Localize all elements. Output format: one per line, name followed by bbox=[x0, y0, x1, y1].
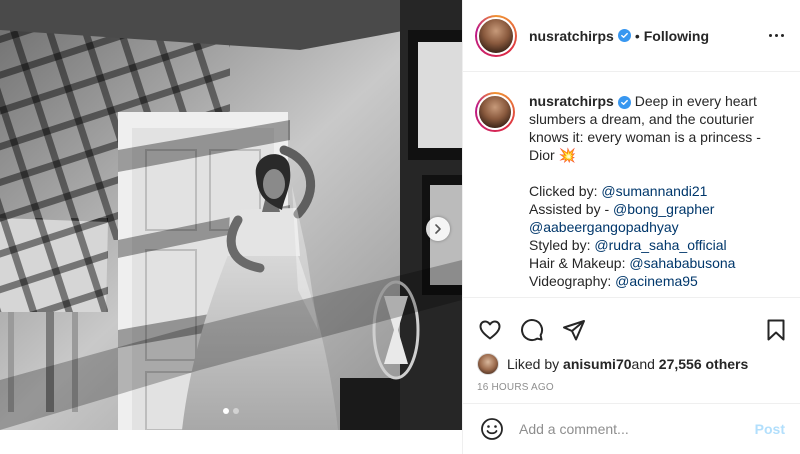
liker-avatar[interactable] bbox=[477, 353, 499, 375]
caption-text: nusratchirps Deep in every heart slumber… bbox=[529, 92, 761, 297]
header-username[interactable]: nusratchirps bbox=[529, 28, 614, 44]
mention-link[interactable]: @acinema95 bbox=[615, 273, 698, 289]
action-bar bbox=[463, 298, 800, 350]
post-timestamp[interactable]: 16 HOURS AGO bbox=[463, 378, 800, 393]
likes-middle: and bbox=[631, 356, 655, 372]
verified-badge-icon bbox=[617, 29, 631, 42]
more-options-icon[interactable] bbox=[769, 34, 784, 37]
comment-input[interactable] bbox=[519, 421, 755, 437]
likes-summary: Liked by anisumi70 and 27,556 others bbox=[463, 350, 800, 378]
caption-profile-picture bbox=[477, 94, 513, 130]
following-button[interactable]: Following bbox=[644, 28, 709, 44]
mention-link[interactable]: @rudra_saha_official bbox=[594, 237, 726, 253]
emoji-icon[interactable] bbox=[479, 416, 505, 442]
sparkle-emoji: 💥 bbox=[558, 147, 576, 163]
profile-avatar[interactable] bbox=[475, 14, 517, 57]
credit-label: Videography: bbox=[529, 273, 616, 289]
mention-link[interactable]: @bong_grapher bbox=[613, 201, 714, 217]
chevron-right-icon bbox=[435, 224, 441, 234]
carousel-dot-active bbox=[223, 408, 229, 414]
comment-icon[interactable] bbox=[519, 317, 545, 343]
post-header: nusratchirps • Following bbox=[463, 0, 800, 72]
header-user-block: nusratchirps • Following bbox=[529, 28, 709, 44]
caption-line-3: knows it: every woman is a princess - bbox=[529, 129, 761, 145]
credit-line: Videography: @acinema95 bbox=[529, 272, 761, 290]
credit-label: Clicked by: bbox=[529, 183, 602, 199]
header-separator: • bbox=[634, 27, 640, 44]
credit-line: @aabeergangopadhyay bbox=[529, 218, 761, 236]
credit-line: Clicked by: @sumannandi21 bbox=[529, 182, 761, 200]
post-comment-button[interactable]: Post bbox=[755, 421, 785, 437]
caption-line-1: Deep in every heart bbox=[634, 93, 757, 109]
likes-prefix: Liked by bbox=[507, 356, 560, 372]
caption-username[interactable]: nusratchirps bbox=[529, 93, 614, 109]
caption-avatar[interactable] bbox=[475, 92, 515, 132]
add-comment-bar: Post bbox=[463, 403, 800, 454]
share-icon[interactable] bbox=[561, 317, 587, 343]
liker-username[interactable]: anisumi70 bbox=[563, 356, 631, 372]
mention-link[interactable]: @sumannandi21 bbox=[601, 183, 707, 199]
profile-picture bbox=[477, 16, 515, 55]
credit-label: Assisted by - bbox=[529, 201, 614, 217]
caption-line-4: Dior bbox=[529, 147, 555, 163]
caption-line-2: slumbers a dream, and the couturier bbox=[529, 111, 754, 127]
credit-label: Hair & Makeup: bbox=[529, 255, 630, 271]
carousel-indicator bbox=[0, 408, 462, 414]
post-photo[interactable] bbox=[0, 0, 462, 430]
carousel-next-button[interactable] bbox=[426, 217, 450, 241]
mention-link[interactable]: @aabeergangopadhyay bbox=[529, 219, 679, 235]
likes-count[interactable]: 27,556 others bbox=[659, 356, 749, 372]
bookmark-icon[interactable] bbox=[763, 317, 789, 343]
photo-illustration bbox=[0, 0, 462, 430]
credit-line: Hair & Makeup: @sahababusona bbox=[529, 254, 761, 272]
credit-line: Styled by: @rudra_saha_official bbox=[529, 236, 761, 254]
verified-badge-icon bbox=[617, 96, 631, 109]
post-side-panel: nusratchirps • Following nusratchirps De… bbox=[462, 0, 800, 454]
credit-line: Assisted by - @bong_grapher bbox=[529, 200, 761, 218]
caption-section: nusratchirps Deep in every heart slumber… bbox=[463, 72, 800, 297]
mention-link[interactable]: @sahababusona bbox=[629, 255, 735, 271]
carousel-dot bbox=[233, 408, 239, 414]
heart-icon[interactable] bbox=[477, 317, 503, 343]
post-actions-section: Liked by anisumi70 and 27,556 others 16 … bbox=[463, 297, 800, 403]
credit-label: Styled by: bbox=[529, 237, 595, 253]
